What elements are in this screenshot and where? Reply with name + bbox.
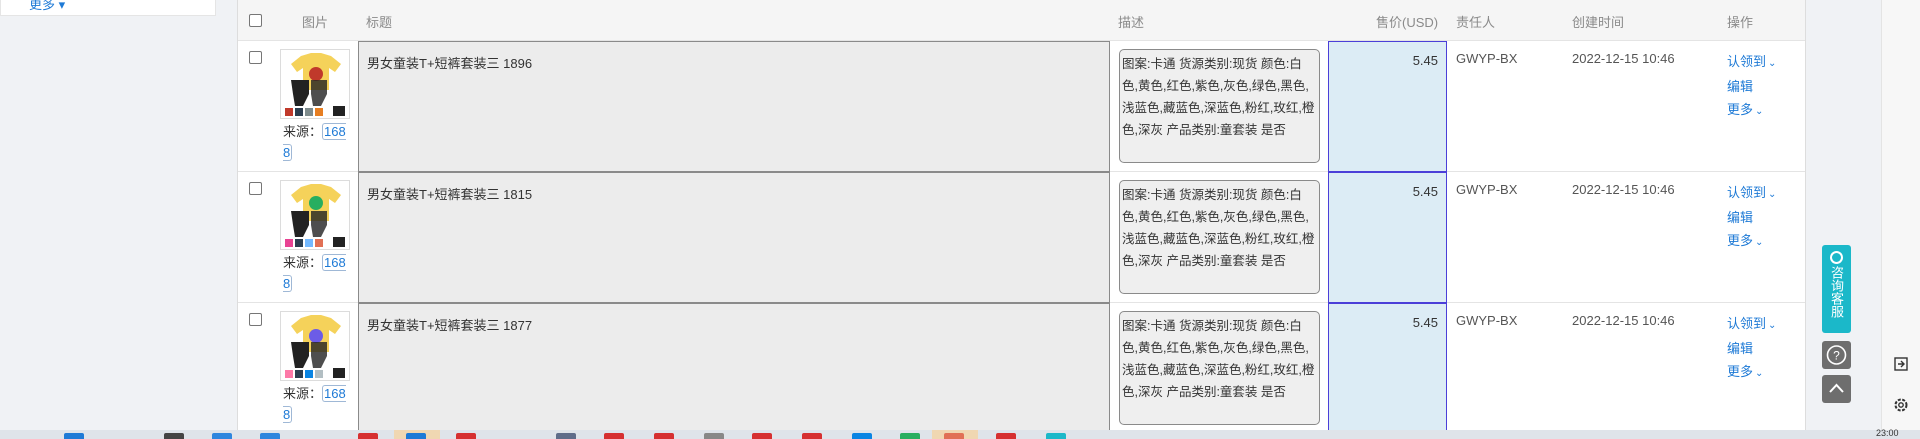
arrow-up-icon [1829,383,1844,393]
header-description: 描述 [1118,15,1145,30]
price-input[interactable]: 5.45 [1328,303,1447,430]
taskbar-app-icon[interactable] [802,433,822,439]
row-checkbox[interactable] [249,182,262,195]
more-dropdown[interactable]: 更多 ⌄ [1727,229,1776,254]
source-info: 来源： 1688 [283,383,349,425]
product-thumbnail[interactable] [280,311,350,381]
svg-text:?: ? [1833,349,1840,363]
taskbar-app-icon[interactable] [852,433,872,439]
right-toolbar [1881,0,1920,430]
more-filter-link[interactable]: 更多 ▾ [29,0,65,13]
created-time: 2022-12-15 10:46 [1572,182,1675,197]
kids-clothing-image [281,181,349,249]
taskbar-app-icon[interactable] [654,433,674,439]
source-label: 来源： [283,124,323,139]
product-table: 图片 标题 描述 售价(USD) 责任人 创建时间 操作 来源： 1688 男女童… [237,0,1806,430]
exit-window-icon[interactable] [1892,355,1910,373]
table-header: 图片 标题 描述 售价(USD) 责任人 创建时间 操作 [238,0,1805,41]
taskbar-app-icon[interactable] [752,433,772,439]
source-info: 来源： 1688 [283,121,349,163]
description-textarea[interactable]: 图案:卡通 货源类别:现货 颜色:白色,黄色,红色,紫色,灰色,绿色,黑色,浅蓝… [1119,180,1320,294]
row-checkbox[interactable] [249,313,262,326]
more-dropdown[interactable]: 更多 ⌄ [1727,360,1776,385]
claim-dropdown[interactable]: 认领到 ⌄ [1727,181,1776,206]
description-textarea[interactable]: 图案:卡通 货源类别:现货 颜色:白色,黄色,红色,紫色,灰色,绿色,黑色,浅蓝… [1119,49,1320,163]
owner-value: GWYP-BX [1456,182,1518,197]
table-row: 来源： 1688 男女童装T+短裤套装三 1896 图案:卡通 货源类别:现货 颜… [238,41,1805,172]
taskbar-app-icon[interactable] [900,433,920,439]
product-thumbnail[interactable] [280,180,350,250]
headset-icon [1830,251,1843,264]
chevron-down-icon: ⌄ [1755,106,1764,117]
taskbar-app-icon[interactable] [944,433,964,439]
edit-link[interactable]: 编辑 [1727,75,1776,98]
back-to-top-button[interactable] [1822,375,1851,403]
question-icon: ? [1826,345,1847,365]
taskbar: 23:00 [0,428,1920,439]
select-all-checkbox[interactable] [249,14,262,27]
header-title[interactable]: 标题 [366,12,392,31]
taskbar-app-icon[interactable] [456,433,476,439]
product-thumbnail[interactable] [280,49,350,119]
created-time: 2022-12-15 10:46 [1572,313,1675,328]
chevron-down-icon: ⌄ [1768,58,1777,69]
taskbar-app-icon[interactable] [260,433,280,439]
source-label: 来源： [283,386,323,401]
kids-clothing-image [281,312,349,380]
header-price[interactable]: 售价(USD) [1376,12,1438,31]
chevron-down-icon: ⌄ [1755,237,1764,248]
header-owner: 责任人 [1456,15,1496,30]
table-row: 来源： 1688 男女童装T+短裤套装三 1815 图案:卡通 货源类别:现货 颜… [238,172,1805,303]
created-time: 2022-12-15 10:46 [1572,51,1675,66]
taskbar-app-icon[interactable] [212,433,232,439]
kids-clothing-image [281,50,349,118]
taskbar-app-icon[interactable] [64,433,84,439]
chevron-down-icon: ⌄ [1755,368,1764,379]
owner-value: GWYP-BX [1456,313,1518,328]
description-textarea[interactable]: 图案:卡通 货源类别:现货 颜色:白色,黄色,红色,紫色,灰色,绿色,黑色,浅蓝… [1119,311,1320,425]
header-actions: 操作 [1727,15,1754,30]
chevron-down-icon: ⌄ [1768,320,1777,331]
customer-service-button[interactable]: 咨询客服 [1822,245,1851,333]
taskbar-app-icon[interactable] [164,433,184,439]
taskbar-app-icon[interactable] [406,433,426,439]
title-input[interactable]: 男女童装T+短裤套装三 1896 [358,41,1110,172]
left-filter-panel: 更多 ▾ [0,0,216,16]
taskbar-app-icon[interactable] [996,433,1016,439]
source-label: 来源： [283,255,323,270]
taskbar-app-icon[interactable] [604,433,624,439]
row-actions: 认领到 ⌄ 编辑 更多 ⌄ [1727,50,1776,123]
header-created[interactable]: 创建时间 [1572,12,1624,31]
taskbar-app-icon[interactable] [704,433,724,439]
header-image: 图片 [302,15,329,30]
source-info: 来源： 1688 [283,252,349,294]
edit-link[interactable]: 编辑 [1727,206,1776,229]
title-input[interactable]: 男女童装T+短裤套装三 1815 [358,172,1110,303]
owner-value: GWYP-BX [1456,51,1518,66]
taskbar-app-icon[interactable] [358,433,378,439]
row-actions: 认领到 ⌄ 编辑 更多 ⌄ [1727,312,1776,385]
row-checkbox[interactable] [249,51,262,64]
taskbar-clock[interactable]: 23:00 [1876,428,1899,438]
price-input[interactable]: 5.45 [1328,172,1447,303]
customer-service-label: 咨询客服 [1829,266,1844,318]
claim-dropdown[interactable]: 认领到 ⌄ [1727,50,1776,75]
taskbar-app-icon[interactable] [1046,433,1066,439]
gear-icon[interactable] [1892,396,1910,414]
edit-link[interactable]: 编辑 [1727,337,1776,360]
title-input[interactable]: 男女童装T+短裤套装三 1877 [358,303,1110,430]
chevron-down-icon: ⌄ [1768,189,1777,200]
row-actions: 认领到 ⌄ 编辑 更多 ⌄ [1727,181,1776,254]
more-dropdown[interactable]: 更多 ⌄ [1727,98,1776,123]
price-input[interactable]: 5.45 [1328,41,1447,172]
claim-dropdown[interactable]: 认领到 ⌄ [1727,312,1776,337]
table-row: 来源： 1688 男女童装T+短裤套装三 1877 图案:卡通 货源类别:现货 颜… [238,303,1805,430]
taskbar-app-icon[interactable] [556,433,576,439]
help-button[interactable]: ? [1822,341,1851,369]
